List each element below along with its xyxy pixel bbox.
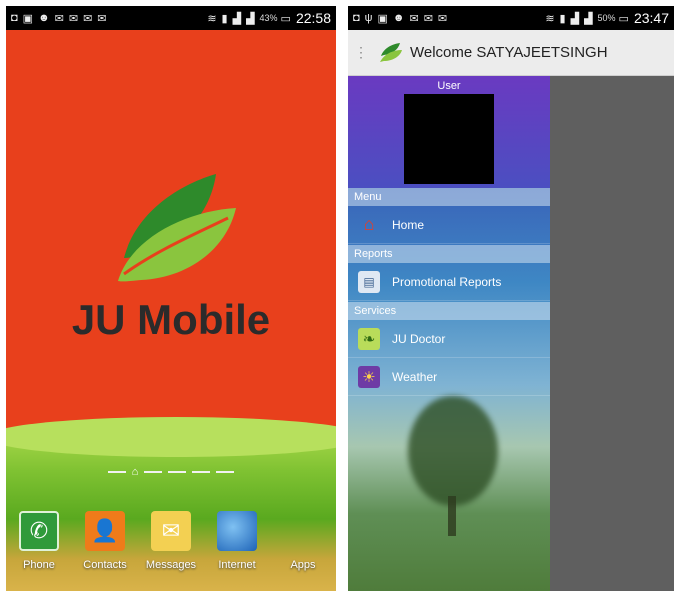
page-indicator[interactable]: ⌂ (6, 466, 336, 478)
dock-app-label: Contacts (83, 559, 127, 571)
battery-icon: ▭ (618, 12, 629, 25)
dock-app-internet[interactable]: Internet (206, 511, 268, 571)
page-dot (144, 471, 163, 473)
section-header-menu: Menu (348, 188, 550, 206)
page-dot (216, 471, 235, 473)
page-dot (168, 471, 187, 473)
contacts-icon: 👤 (85, 511, 125, 551)
apps-icon (283, 511, 323, 551)
internet-icon (217, 511, 257, 551)
page-dot (192, 471, 211, 473)
home-page-icon: ⌂ (131, 466, 139, 478)
app-title: JU Mobile (71, 296, 271, 343)
drawer-toggle-icon[interactable]: ⋮ (354, 44, 368, 61)
app-logo-icon (380, 42, 402, 62)
usb-icon: ψ (364, 12, 373, 24)
clock: 22:58 (295, 10, 331, 26)
user-header: User (348, 76, 550, 188)
drawer-item-label: Promotional Reports (392, 274, 502, 289)
drawer-item-home[interactable]: ⌂ Home (348, 206, 550, 244)
dock-app-phone[interactable]: ✆ Phone (8, 511, 70, 571)
section-header-services: Services (348, 302, 550, 320)
user-label: User (437, 80, 461, 92)
sim-icon: ▮ (221, 12, 228, 25)
dock-app-label: Apps (290, 559, 316, 571)
app-dock: ✆ Phone 👤 Contacts ✉ Messages Internet A… (6, 511, 336, 571)
signal-icon: ▟ (232, 12, 242, 25)
drawer-item-label: Weather (392, 369, 438, 384)
drawer-item-weather[interactable]: ☀ Weather (348, 358, 550, 396)
battery-percent: 43% (259, 13, 278, 23)
drawer-item-label: JU Doctor (392, 331, 446, 346)
home-icon: ⌂ (363, 214, 375, 234)
dock-app-label: Phone (23, 559, 55, 571)
doctor-icon: ❧ (358, 327, 380, 350)
status-bar: ◘ ▣ ☻ ✉ ✉ ✉ ✉ ≋ ▮ ▟ ▟ 43% ▭ 22:58 (6, 6, 336, 30)
dock-app-label: Internet (218, 559, 256, 571)
mail-icon: ✉ (409, 12, 419, 25)
drawer-item-promotional-reports[interactable]: ▤ Promotional Reports (348, 263, 550, 301)
wifi-icon: ≋ (545, 12, 555, 25)
dock-app-label: Messages (145, 559, 197, 571)
action-bar: ⋮ Welcome SATYAJEETSINGH (348, 30, 674, 76)
emoji-icon: ☻ (392, 12, 405, 24)
dock-app-apps[interactable]: Apps (272, 511, 334, 571)
page-dot (107, 471, 126, 473)
mail-icon: ✉ (54, 12, 64, 25)
dock-app-messages[interactable]: ✉ Messages (140, 511, 202, 571)
drawer-item-ju-doctor[interactable]: ❧ JU Doctor (348, 320, 550, 358)
wallpaper-tree-trunk (448, 496, 456, 536)
emoji-icon: ☻ (38, 12, 50, 24)
wifi-icon: ≋ (207, 12, 217, 25)
mail-icon: ✉ (423, 12, 433, 25)
wallpaper-tree (408, 396, 498, 506)
page-title: Welcome SATYAJEETSINGH (410, 44, 608, 61)
status-bar: ◘ ψ ▣ ☻ ✉ ✉ ✉ ≋ ▮ ▟ ▟ 50% ▭ 23:47 (348, 6, 674, 30)
mail-icon: ✉ (437, 12, 448, 25)
sim-icon: ▮ (559, 12, 566, 25)
battery-icon: ▭ (280, 12, 291, 25)
report-icon: ▤ (358, 270, 380, 293)
clock: 23:47 (633, 10, 669, 26)
messages-icon: ✉ (151, 511, 191, 551)
drawer-item-label: Home (392, 217, 425, 232)
navigation-drawer: User Menu ⌂ Home Reports ▤ Promotional R… (348, 76, 550, 591)
mail-icon: ✉ (97, 12, 107, 25)
weather-icon: ☀ (358, 365, 380, 388)
phone-icon: ✆ (19, 511, 59, 551)
section-header-reports: Reports (348, 245, 550, 263)
image-icon: ▣ (377, 12, 388, 25)
signal-icon: ▟ (246, 12, 255, 25)
mail-icon: ✉ (83, 12, 93, 25)
mail-icon: ✉ (68, 12, 79, 25)
notification-icon: ◘ (353, 12, 360, 24)
signal-icon: ▟ (584, 12, 593, 25)
avatar[interactable] (404, 94, 494, 184)
battery-percent: 50% (597, 13, 616, 23)
home-screen: ◘ ▣ ☻ ✉ ✉ ✉ ✉ ≋ ▮ ▟ ▟ 43% ▭ 22:58 JU Mob… (6, 6, 336, 591)
notification-icon: ◘ (11, 12, 18, 24)
signal-icon: ▟ (570, 12, 580, 25)
dock-app-contacts[interactable]: 👤 Contacts (74, 511, 136, 571)
drawer-screen: ◘ ψ ▣ ☻ ✉ ✉ ✉ ≋ ▮ ▟ ▟ 50% ▭ 23:47 ⋮ Welc… (348, 6, 674, 591)
image-icon: ▣ (22, 12, 34, 25)
